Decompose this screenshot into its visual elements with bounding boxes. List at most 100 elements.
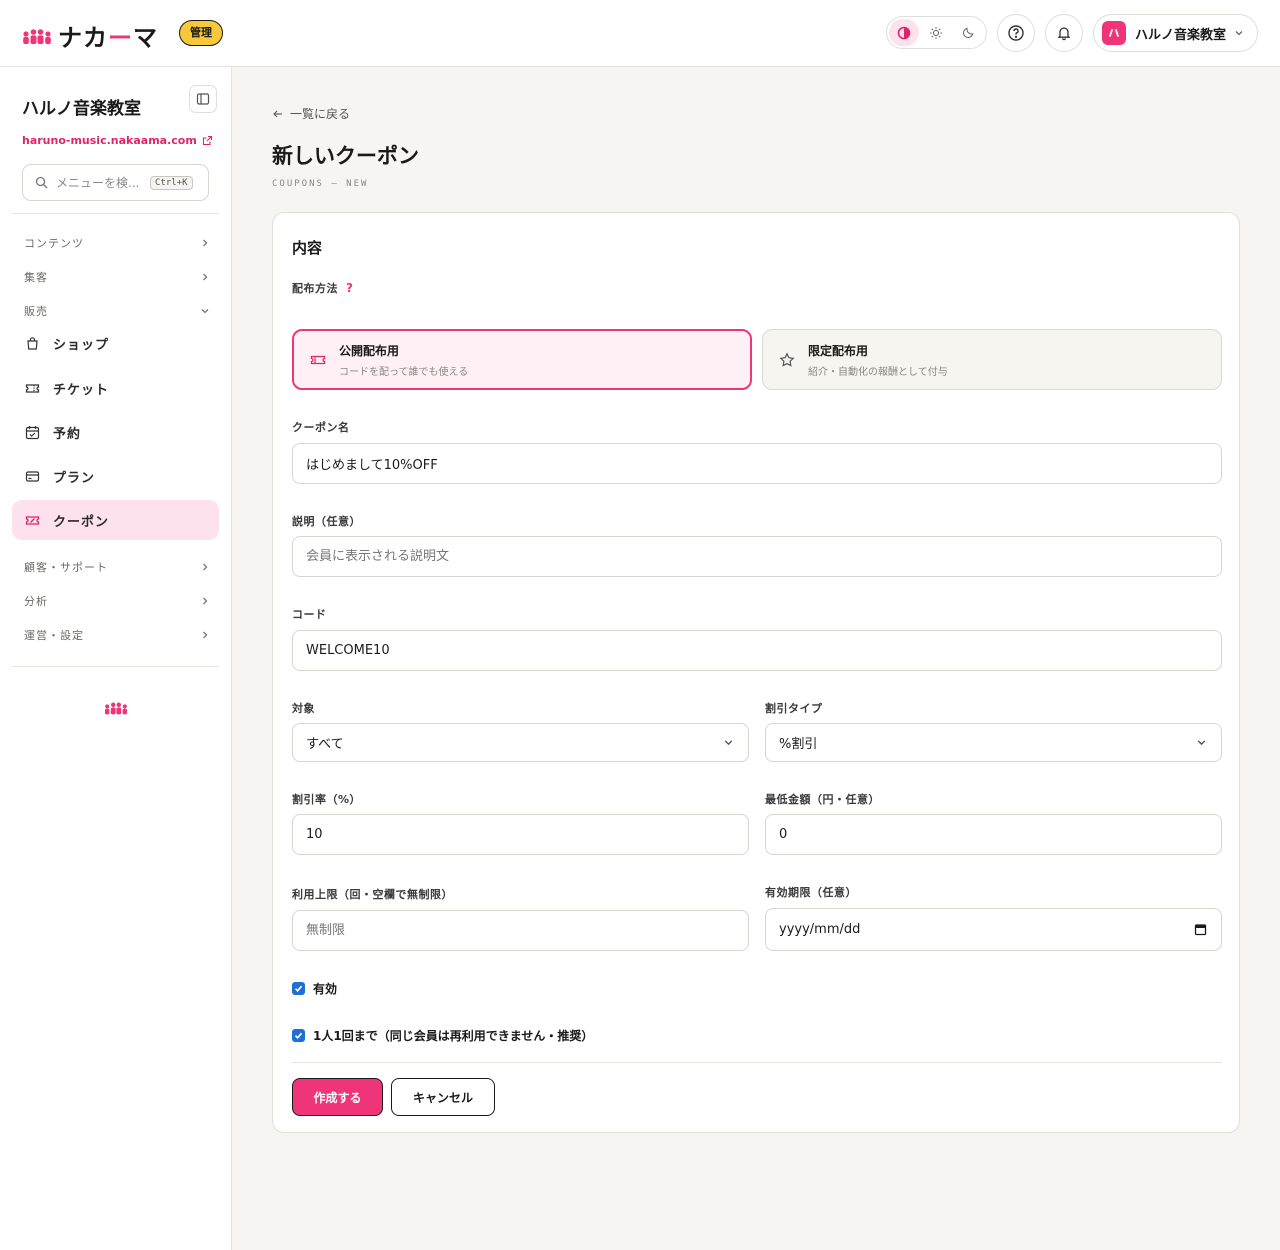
ticket-icon <box>25 383 40 393</box>
logo-text: ナカーマ <box>58 24 158 52</box>
coupon-name-field[interactable] <box>292 443 1222 484</box>
once-per-user-checkbox-row[interactable]: 1人1回まで（同じ会員は再利用できません・推奨） <box>292 1027 593 1044</box>
theme-system-option[interactable] <box>889 19 920 46</box>
account-logo-icon <box>1109 29 1119 37</box>
sidebar-section-customers[interactable]: 顧客・サポート <box>24 559 210 575</box>
help-icon[interactable]: ? <box>346 281 353 295</box>
back-to-list-link[interactable]: 一覧に戻る <box>272 105 350 122</box>
cancel-button[interactable]: キャンセル <box>391 1078 495 1116</box>
sidebar-divider <box>12 666 219 667</box>
credit-card-icon <box>25 470 40 482</box>
notifications-button[interactable] <box>1045 14 1083 52</box>
usage-limit-label: 利用上限（回・空欄で無制限） <box>292 888 453 901</box>
target-select-value: すべて <box>306 737 344 752</box>
once-per-user-checkbox[interactable] <box>292 1029 305 1042</box>
section-label: 分析 <box>24 595 48 608</box>
menu-search-input[interactable] <box>56 175 146 190</box>
chevron-down-icon <box>1235 31 1243 36</box>
expiry-label: 有効期限（任意） <box>765 886 857 899</box>
chevron-right-icon <box>203 631 208 639</box>
calendar-check-icon <box>25 425 40 439</box>
section-label: 集客 <box>24 271 48 284</box>
admin-badge: 管理 <box>179 20 223 46</box>
usage-limit-input[interactable] <box>306 923 748 938</box>
moon-icon <box>963 27 974 38</box>
site-url-text: haruno-music.nakaama.com <box>22 134 197 147</box>
distribution-option-desc: コードを配って誰でも使える <box>339 366 469 378</box>
sidebar-item-tickets[interactable]: チケット <box>12 368 219 408</box>
sidebar-section-analytics[interactable]: 分析 <box>24 593 210 609</box>
active-checkbox[interactable] <box>292 982 305 995</box>
sidebar-section-settings[interactable]: 運営・設定 <box>24 627 210 643</box>
section-label: コンテンツ <box>24 237 84 250</box>
expiry-date-field[interactable]: yyyy/mm/dd <box>765 908 1222 951</box>
chevron-right-icon <box>203 563 208 571</box>
logo[interactable]: ナカーマ <box>22 18 158 53</box>
active-checkbox-row[interactable]: 有効 <box>292 980 337 997</box>
sidebar-item-label: プラン <box>53 470 96 486</box>
min-amount-field[interactable] <box>765 814 1222 855</box>
min-amount-label: 最低金額（円・任意） <box>765 793 880 806</box>
chevron-down-icon <box>201 309 209 314</box>
theme-dark-option[interactable] <box>954 19 984 46</box>
sidebar-section-sales[interactable]: 販売 <box>24 303 210 319</box>
sun-icon <box>930 26 943 39</box>
discount-type-select[interactable]: %割引 <box>765 723 1222 762</box>
code-input[interactable] <box>306 643 1221 658</box>
check-icon <box>294 1032 303 1039</box>
discount-rate-field[interactable] <box>292 814 749 855</box>
description-label: 説明（任意） <box>292 515 361 528</box>
sidebar-section-contents[interactable]: コンテンツ <box>24 235 210 251</box>
sidebar-item-label: チケット <box>53 382 110 398</box>
search-shortcut-badge: Ctrl+K <box>150 175 193 190</box>
sidebar-panel-icon <box>196 93 210 105</box>
expiry-date-placeholder: yyyy/mm/dd <box>779 922 861 937</box>
distribution-option-title: 限定配布用 <box>808 343 869 358</box>
usage-limit-field[interactable] <box>292 910 749 951</box>
bell-icon <box>1057 27 1071 41</box>
create-button[interactable]: 作成する <box>292 1078 383 1116</box>
section-label: 販売 <box>24 305 48 318</box>
page-title: 新しいクーポン <box>272 144 419 168</box>
sidebar-collapse-button[interactable] <box>189 85 217 113</box>
back-link-label: 一覧に戻る <box>290 107 351 121</box>
sidebar-item-plans[interactable]: プラン <box>12 456 219 496</box>
distribution-option-title: 公開配布用 <box>339 343 400 358</box>
sidebar-item-reservations[interactable]: 予約 <box>12 412 219 452</box>
min-amount-input[interactable] <box>779 827 1221 842</box>
form-section-title: 内容 <box>292 239 323 257</box>
ticket-icon <box>310 355 326 364</box>
target-select[interactable]: すべて <box>292 723 749 762</box>
account-name: ハルノ音楽教室 <box>1135 27 1227 43</box>
distribution-option-limited[interactable]: 限定配布用 紹介・自動化の報酬として付与 <box>762 329 1222 390</box>
description-input[interactable] <box>306 549 1221 564</box>
account-avatar <box>1102 21 1126 45</box>
sidebar-item-coupons[interactable]: クーポン <box>12 500 219 540</box>
chevron-right-icon <box>203 273 208 281</box>
chevron-down-icon <box>1197 740 1206 746</box>
discount-type-label: 割引タイプ <box>765 702 823 715</box>
sidebar-item-shop[interactable]: ショップ <box>12 323 219 363</box>
sidebar-title: ハルノ音楽教室 <box>22 99 141 119</box>
menu-search[interactable]: Ctrl+K <box>22 164 209 201</box>
description-field[interactable] <box>292 536 1222 577</box>
star-icon <box>779 351 795 367</box>
form-divider <box>292 1062 1222 1063</box>
help-button[interactable] <box>997 14 1035 52</box>
code-field[interactable] <box>292 630 1222 671</box>
page-subtitle: COUPONS — NEW <box>272 179 369 189</box>
sidebar-section-marketing[interactable]: 集客 <box>24 269 210 285</box>
account-menu[interactable]: ハルノ音楽教室 <box>1093 14 1258 52</box>
section-label: 顧客・サポート <box>24 561 108 574</box>
community-logo-icon <box>104 702 128 715</box>
distribution-option-public[interactable]: 公開配布用 コードを配って誰でも使える <box>292 329 752 390</box>
coupon-name-input[interactable] <box>306 456 1221 471</box>
contrast-icon <box>897 26 911 39</box>
site-url-link[interactable]: haruno-music.nakaama.com <box>22 134 213 147</box>
distribution-label: 配布方法? <box>292 281 354 295</box>
theme-light-option[interactable] <box>921 19 951 46</box>
discount-rate-input[interactable] <box>306 827 748 842</box>
chevron-down-icon <box>724 740 733 746</box>
sidebar-item-label: ショップ <box>53 337 110 353</box>
shopping-bag-icon <box>27 336 38 350</box>
